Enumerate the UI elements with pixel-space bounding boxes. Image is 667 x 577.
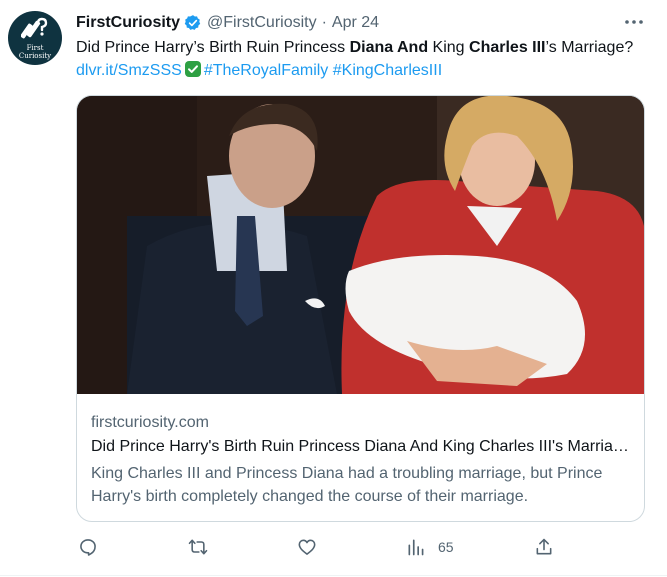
card-domain: firstcuriosity.com (91, 414, 209, 431)
tweet-text-bold1: Diana And (349, 39, 429, 56)
avatar-text-line2: Curiosity (18, 52, 52, 60)
views-button[interactable]: 65 (406, 532, 454, 562)
views-icon (408, 539, 424, 556)
card-title: Did Prince Harry's Birth Ruin Princess D… (91, 438, 631, 455)
tweet-text-part1: Did Prince Harry’s Birth Ruin Princess (76, 39, 350, 56)
like-button[interactable] (297, 532, 317, 562)
tweet[interactable]: First Curiosity FirstCuriosity @FirstCur… (0, 0, 667, 577)
more-dots-icon (625, 20, 643, 24)
display-name[interactable]: FirstCuriosity (76, 14, 180, 32)
tweet-link[interactable]: dlvr.it/SmzSSS (76, 62, 182, 79)
tweet-date[interactable]: Apr 24 (332, 14, 379, 32)
tweet-text-bold2: Charles III (469, 39, 546, 56)
hashtag-king-charles[interactable]: #KingCharlesIII (333, 62, 442, 79)
reply-icon (80, 539, 96, 556)
share-button[interactable] (534, 532, 554, 562)
views-count: 65 (438, 539, 454, 555)
tweet-actions: 65 (76, 532, 646, 562)
tweet-header: FirstCuriosity @FirstCuriosity · Apr 24 (76, 12, 379, 34)
link-card[interactable]: firstcuriosity.com Did Prince Harry's Bi… (76, 95, 645, 522)
verified-badge-icon[interactable] (184, 14, 202, 32)
tweet-text-part2: King (428, 39, 470, 56)
retweet-icon (188, 539, 208, 555)
hashtag-the-royal-family[interactable]: #TheRoyalFamily (204, 62, 328, 79)
tweet-divider (0, 575, 667, 576)
card-image[interactable] (77, 96, 644, 394)
logo-icon (21, 17, 48, 39)
card-photo (77, 96, 644, 394)
share-icon (536, 538, 552, 555)
separator-dot: · (321, 14, 327, 31)
tweet-text: Did Prince Harry’s Birth Ruin Princess D… (76, 36, 636, 82)
card-description: King Charles III and Princess Diana had … (91, 465, 603, 505)
retweet-button[interactable] (188, 532, 208, 562)
like-icon (298, 539, 316, 555)
check-mark-emoji-icon (184, 61, 201, 77)
user-handle[interactable]: @FirstCuriosity (207, 14, 317, 32)
more-options-button[interactable] (620, 12, 648, 32)
tweet-text-part3: ’s Marriage? (545, 39, 634, 56)
avatar[interactable]: First Curiosity (8, 11, 62, 65)
avatar-text-line1: First (26, 44, 44, 52)
reply-button[interactable] (78, 532, 98, 562)
